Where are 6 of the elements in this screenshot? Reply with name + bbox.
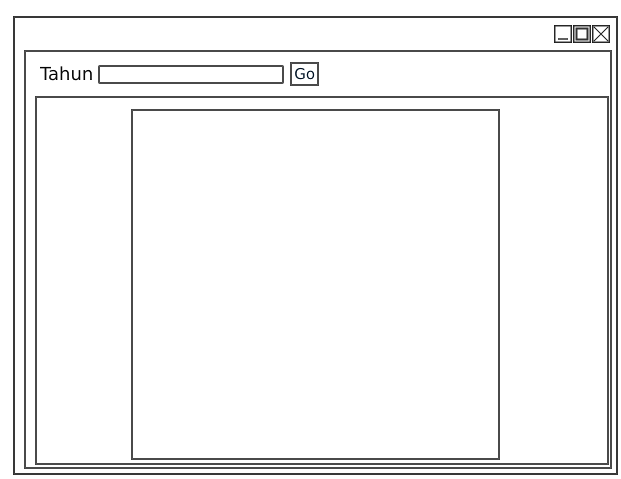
year-label: Tahun (40, 64, 94, 84)
go-button[interactable]: Go (290, 62, 320, 86)
maximize-icon[interactable] (573, 25, 591, 43)
close-icon[interactable] (592, 25, 610, 43)
minimize-icon[interactable] (554, 25, 572, 43)
year-field[interactable] (98, 64, 284, 84)
